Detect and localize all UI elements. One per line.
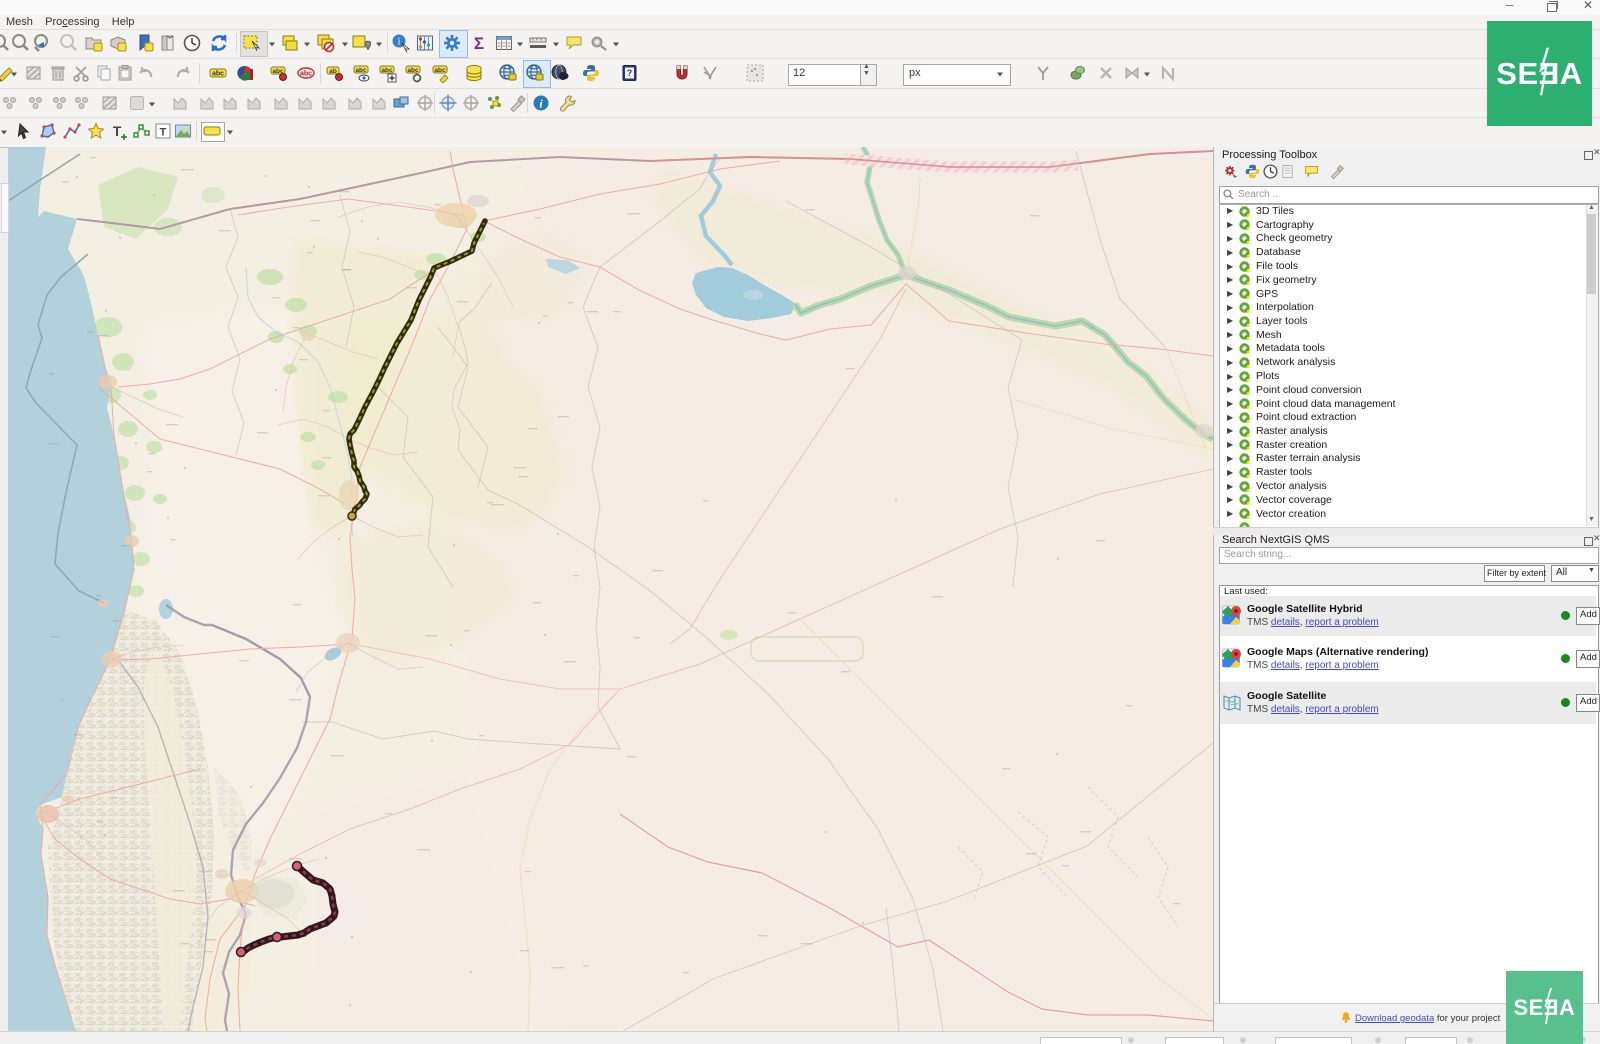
- svg-text:T: T: [160, 127, 167, 139]
- svg-text:ab: ab: [329, 68, 337, 75]
- svg-text:abc: abc: [381, 67, 393, 74]
- svg-text:Σ: Σ: [474, 34, 484, 53]
- svg-text:i: i: [398, 37, 401, 48]
- svg-text:abc: abc: [300, 71, 312, 78]
- svg-text:abc: abc: [212, 71, 224, 78]
- svg-text:?: ?: [627, 68, 633, 78]
- svg-text:T: T: [113, 123, 122, 139]
- svg-text:abc: abc: [407, 67, 419, 74]
- svg-text:abc: abc: [434, 67, 446, 74]
- svg-text:abc: abc: [355, 67, 367, 74]
